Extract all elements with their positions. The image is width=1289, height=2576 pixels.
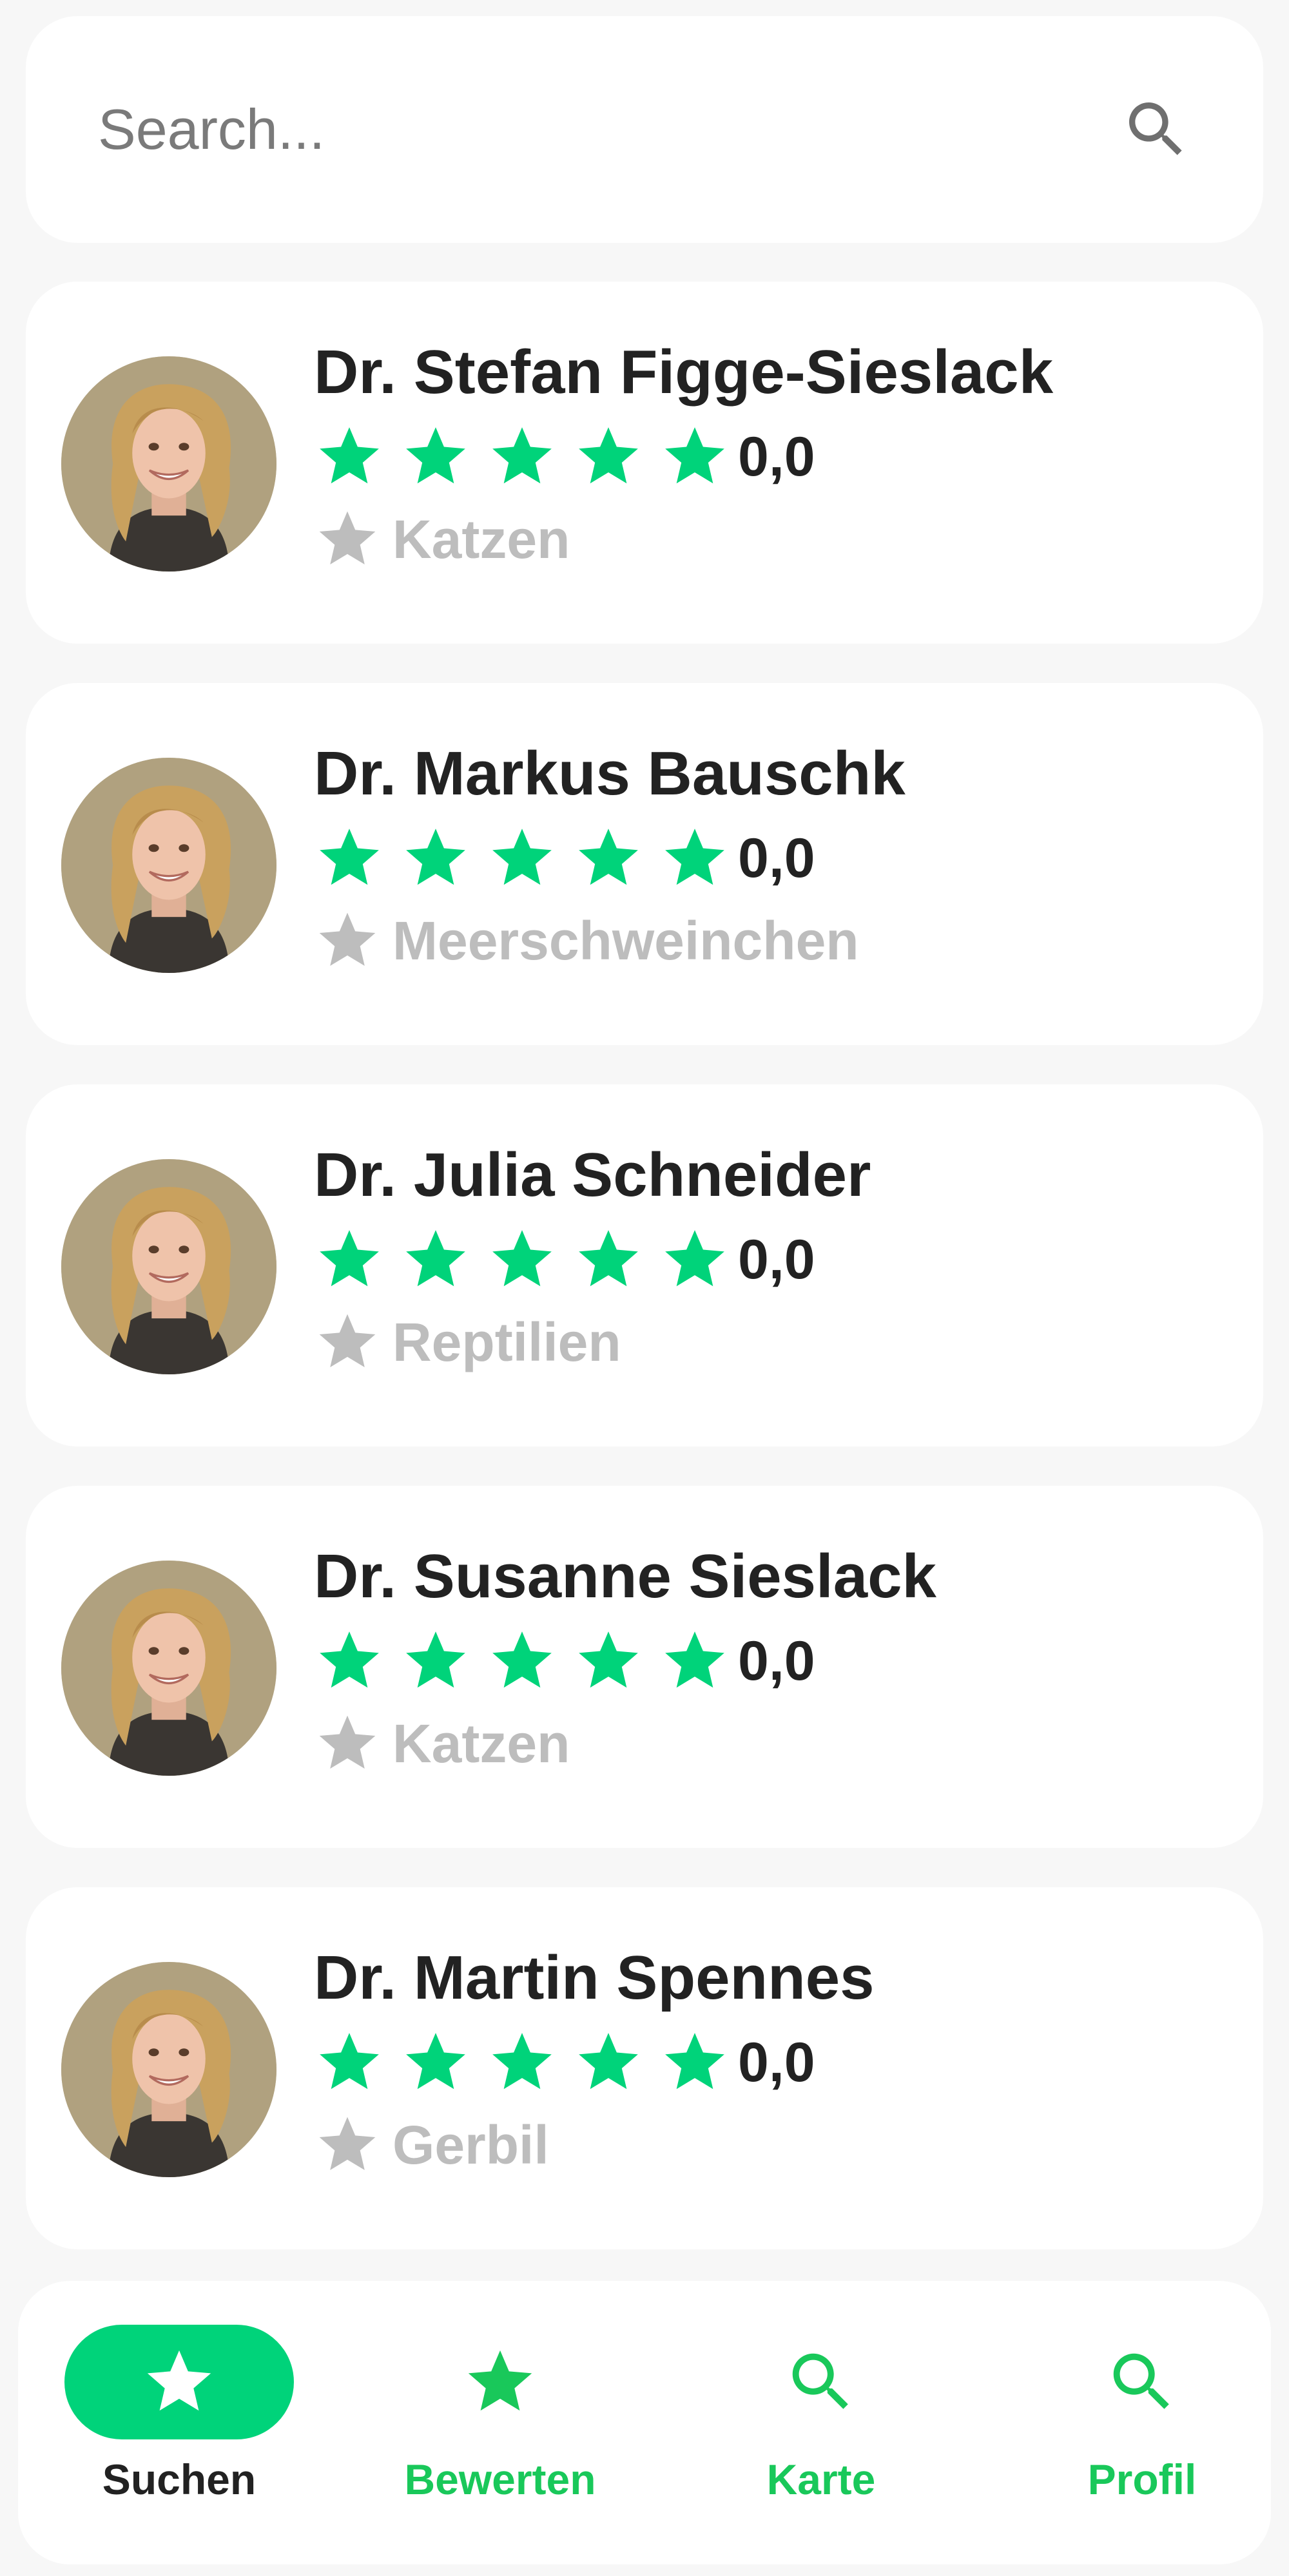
star-icon — [314, 421, 385, 492]
nav-icon-container[interactable] — [1027, 2325, 1257, 2439]
vet-card[interactable]: Dr. Markus Bauschk 0,0 Meerschweinchen — [26, 683, 1263, 1045]
category-label: Meerschweinchen — [393, 910, 859, 971]
category-label: Gerbil — [393, 2114, 549, 2175]
nav-icon-container[interactable] — [64, 2325, 294, 2439]
nav-item-suchen[interactable]: Suchen — [18, 2281, 340, 2564]
category: Gerbil — [314, 2110, 549, 2180]
vet-card[interactable]: Dr. Martin Spennes 0,0 Gerbil — [26, 1887, 1263, 2249]
nav-item-karte[interactable]: Karte — [660, 2281, 982, 2564]
avatar — [61, 356, 276, 572]
star-icon — [573, 2027, 644, 2098]
star-icon — [487, 1626, 557, 1697]
category: Meerschweinchen — [314, 905, 859, 976]
vet-name: Dr. Julia Schneider — [314, 1140, 871, 1209]
vet-name: Dr. Stefan Figge-Sieslack — [314, 338, 1054, 407]
star-icon — [659, 1626, 730, 1697]
star-icon — [659, 1224, 730, 1295]
star-icon — [400, 2027, 471, 2098]
star-icon — [573, 823, 644, 894]
rating-value: 0,0 — [738, 2032, 815, 2093]
avatar — [61, 758, 276, 973]
star-icon — [659, 823, 730, 894]
vet-card[interactable]: Dr. Susanne Sieslack 0,0 Katzen — [26, 1486, 1263, 1848]
nav-label: Profil — [1087, 2456, 1197, 2503]
star-icon — [314, 1710, 381, 1777]
rating-value: 0,0 — [738, 1229, 815, 1291]
rating-stars: 0,0 — [314, 2030, 815, 2095]
star-icon — [487, 2027, 557, 2098]
vet-card[interactable]: Dr. Stefan Figge-Sieslack 0,0 Katzen — [26, 282, 1263, 644]
star-icon — [314, 1626, 385, 1697]
category: Reptilien — [314, 1307, 621, 1378]
star-icon — [573, 1224, 644, 1295]
nav-label: Suchen — [102, 2456, 257, 2503]
star-icon — [400, 1224, 471, 1295]
star-icon — [314, 506, 381, 573]
star-icon — [314, 823, 385, 894]
search-icon — [1104, 2344, 1180, 2420]
search-icon — [783, 2344, 859, 2420]
nav-icon-container[interactable] — [385, 2325, 615, 2439]
rating-stars: 0,0 — [314, 1227, 815, 1292]
category-label: Reptilien — [393, 1311, 621, 1372]
star-icon — [487, 1224, 557, 1295]
avatar — [61, 1962, 276, 2177]
star-icon — [487, 421, 557, 492]
star-icon — [573, 421, 644, 492]
category-label: Katzen — [393, 1713, 570, 1774]
rating-stars: 0,0 — [314, 826, 815, 890]
vet-name: Dr. Susanne Sieslack — [314, 1542, 936, 1611]
star-icon — [314, 2027, 385, 2098]
category-label: Katzen — [393, 508, 570, 570]
category: Katzen — [314, 504, 570, 575]
star-icon — [314, 907, 381, 974]
vet-name: Dr. Martin Spennes — [314, 1943, 875, 2012]
star-icon — [659, 2027, 730, 2098]
star-icon — [487, 823, 557, 894]
nav-label: Karte — [766, 2456, 876, 2503]
rating-stars: 0,0 — [314, 425, 815, 489]
star-icon — [141, 2344, 217, 2420]
search-input[interactable] — [98, 97, 1120, 162]
vet-card[interactable]: Dr. Julia Schneider 0,0 Reptilien — [26, 1084, 1263, 1447]
rating-stars: 0,0 — [314, 1629, 815, 1693]
star-icon — [314, 1224, 385, 1295]
search-icon[interactable] — [1120, 93, 1192, 166]
star-icon — [400, 421, 471, 492]
bottom-nav: Suchen Bewerten Karte Profil — [18, 2281, 1271, 2564]
category: Katzen — [314, 1708, 570, 1779]
star-icon — [400, 1626, 471, 1697]
nav-item-bewerten[interactable]: Bewerten — [339, 2281, 661, 2564]
star-icon — [659, 421, 730, 492]
rating-value: 0,0 — [738, 426, 815, 488]
star-icon — [462, 2344, 538, 2420]
star-icon — [314, 1309, 381, 1376]
nav-label: Bewerten — [404, 2456, 596, 2503]
avatar — [61, 1561, 276, 1776]
rating-value: 0,0 — [738, 1630, 815, 1692]
avatar — [61, 1159, 276, 1374]
rating-value: 0,0 — [738, 827, 815, 889]
vet-name: Dr. Markus Bauschk — [314, 739, 906, 808]
nav-icon-container[interactable] — [706, 2325, 936, 2439]
nav-item-profil[interactable]: Profil — [981, 2281, 1289, 2564]
star-icon — [573, 1626, 644, 1697]
star-icon — [314, 2111, 381, 2178]
star-icon — [400, 823, 471, 894]
search-bar[interactable] — [26, 16, 1263, 243]
